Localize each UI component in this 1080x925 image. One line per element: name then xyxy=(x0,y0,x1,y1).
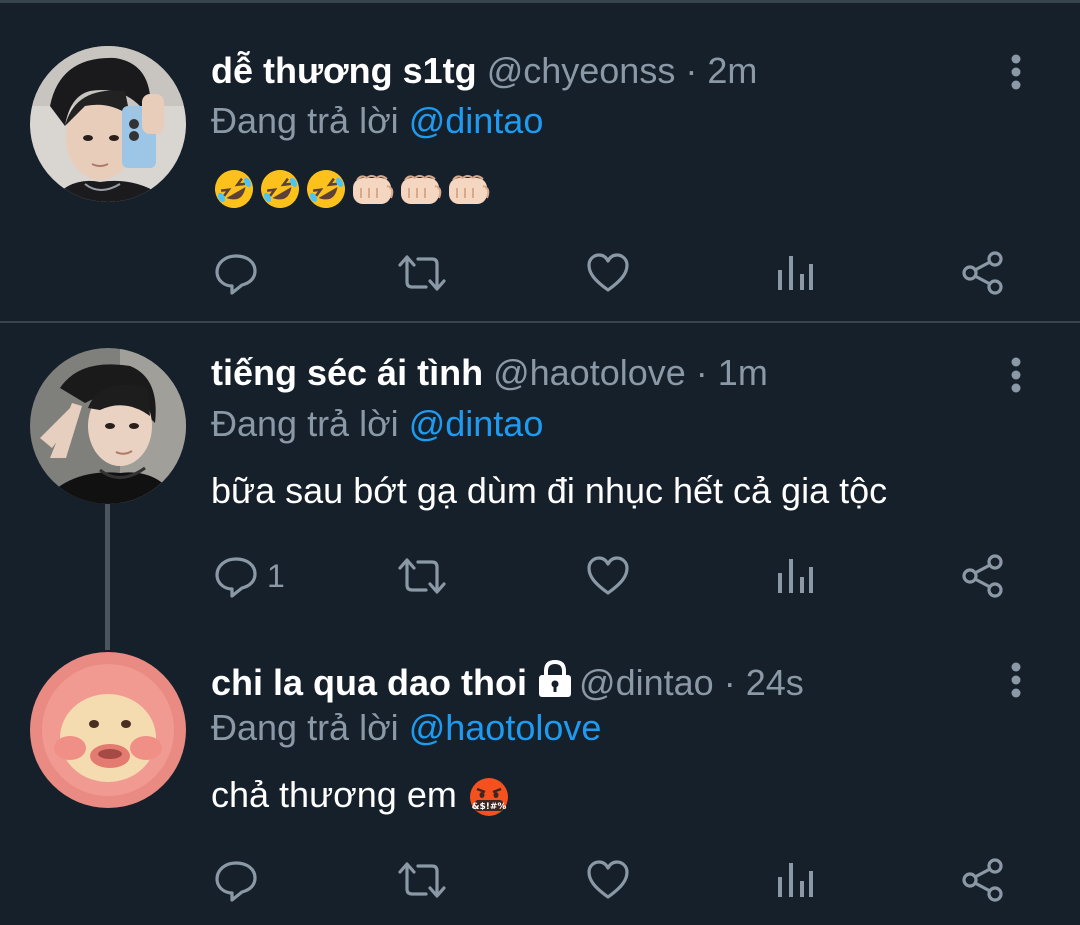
mention-link[interactable]: @dintao xyxy=(409,403,544,444)
retweet-icon xyxy=(398,558,446,594)
separator-dot: · xyxy=(685,50,698,91)
bar-chart-icon xyxy=(778,863,813,897)
tweet-header: chi la qua dao thoi @dintao · 24s xyxy=(211,658,804,708)
fist-emoji xyxy=(353,175,394,205)
like-button[interactable] xyxy=(585,546,631,606)
avatar[interactable] xyxy=(30,348,186,504)
vertical-dots-icon[interactable] xyxy=(1006,52,1026,92)
username[interactable]: @chyeonss xyxy=(487,50,676,91)
vertical-dots-icon[interactable] xyxy=(1006,355,1026,395)
svg-text:&$!#%: &$!#% xyxy=(471,802,506,812)
timestamp[interactable]: 2m xyxy=(707,50,757,91)
speech-bubble-icon xyxy=(215,254,257,295)
separator-dot: · xyxy=(695,352,708,393)
username[interactable]: @haotolove xyxy=(493,352,686,393)
fist-emoji xyxy=(449,175,490,205)
heart-icon xyxy=(587,253,629,292)
vertical-dots-icon[interactable] xyxy=(1006,660,1026,700)
heart-icon xyxy=(587,860,629,899)
speech-bubble-icon xyxy=(215,861,257,902)
display-name[interactable]: chi la qua dao thoi xyxy=(211,662,527,703)
rofl-emoji xyxy=(261,170,299,209)
separator-dot: · xyxy=(723,662,736,703)
cursing-face-emoji: &$!#% xyxy=(469,778,508,817)
retweet-icon xyxy=(398,862,446,898)
mention-link[interactable]: @haotolove xyxy=(409,707,602,748)
retweet-button[interactable] xyxy=(396,850,448,910)
timestamp[interactable]: 24s xyxy=(746,662,804,703)
tweet-text: chả thương em &$!#% xyxy=(211,770,511,820)
mention-link[interactable]: @dintao xyxy=(409,100,544,141)
tweet-actions xyxy=(0,243,1080,303)
tweet-text-content: chả thương em xyxy=(211,774,457,815)
replying-to: Đang trả lời @haotolove xyxy=(211,703,601,753)
tweet-actions: 1 xyxy=(0,546,1080,606)
speech-bubble-icon xyxy=(215,557,257,598)
replying-to: Đang trả lời @dintao xyxy=(211,399,543,449)
rofl-emoji xyxy=(307,170,345,209)
tweet-text: bữa sau bớt gạ dùm đi nhục hết cả gia tộ… xyxy=(211,470,888,511)
share-icon xyxy=(962,554,1003,598)
retweet-button[interactable] xyxy=(396,243,448,303)
retweet-icon xyxy=(398,255,446,291)
reply-button[interactable]: 1 xyxy=(213,546,285,606)
divider xyxy=(0,321,1080,323)
analytics-button[interactable] xyxy=(775,546,815,606)
display-name[interactable]: tiếng séc ái tình xyxy=(211,352,483,393)
replying-to: Đang trả lời @dintao xyxy=(211,96,543,146)
heart-icon xyxy=(587,556,629,595)
top-border xyxy=(0,0,1080,3)
rofl-emoji xyxy=(215,170,253,209)
replying-to-label: Đang trả lời xyxy=(211,100,399,141)
share-button[interactable] xyxy=(960,243,1006,303)
like-button[interactable] xyxy=(585,850,631,910)
reply-button[interactable] xyxy=(213,850,267,910)
share-button[interactable] xyxy=(960,850,1006,910)
share-icon xyxy=(962,858,1003,902)
avatar[interactable] xyxy=(30,652,186,808)
tweet-text xyxy=(211,162,493,212)
avatar[interactable] xyxy=(30,46,186,202)
share-icon xyxy=(962,251,1003,295)
bar-chart-icon xyxy=(778,559,813,593)
bar-chart-icon xyxy=(778,256,813,290)
tweet-actions xyxy=(0,850,1080,910)
replying-to-label: Đang trả lời xyxy=(211,707,399,748)
tweet-header: tiếng séc ái tình @haotolove · 1m xyxy=(211,348,768,398)
timestamp[interactable]: 1m xyxy=(718,352,768,393)
like-button[interactable] xyxy=(585,243,631,303)
lock-icon xyxy=(539,659,572,697)
retweet-button[interactable] xyxy=(396,546,448,606)
share-button[interactable] xyxy=(960,546,1006,606)
replying-to-label: Đang trả lời xyxy=(211,403,399,444)
analytics-button[interactable] xyxy=(775,243,815,303)
reply-button[interactable] xyxy=(213,243,267,303)
tweet-header: dễ thương s1tg @chyeonss · 2m xyxy=(211,46,757,96)
fist-emoji xyxy=(401,175,442,205)
reply-count: 1 xyxy=(267,557,285,594)
analytics-button[interactable] xyxy=(775,850,815,910)
display-name[interactable]: dễ thương s1tg xyxy=(211,50,477,91)
username[interactable]: @dintao xyxy=(579,662,714,703)
